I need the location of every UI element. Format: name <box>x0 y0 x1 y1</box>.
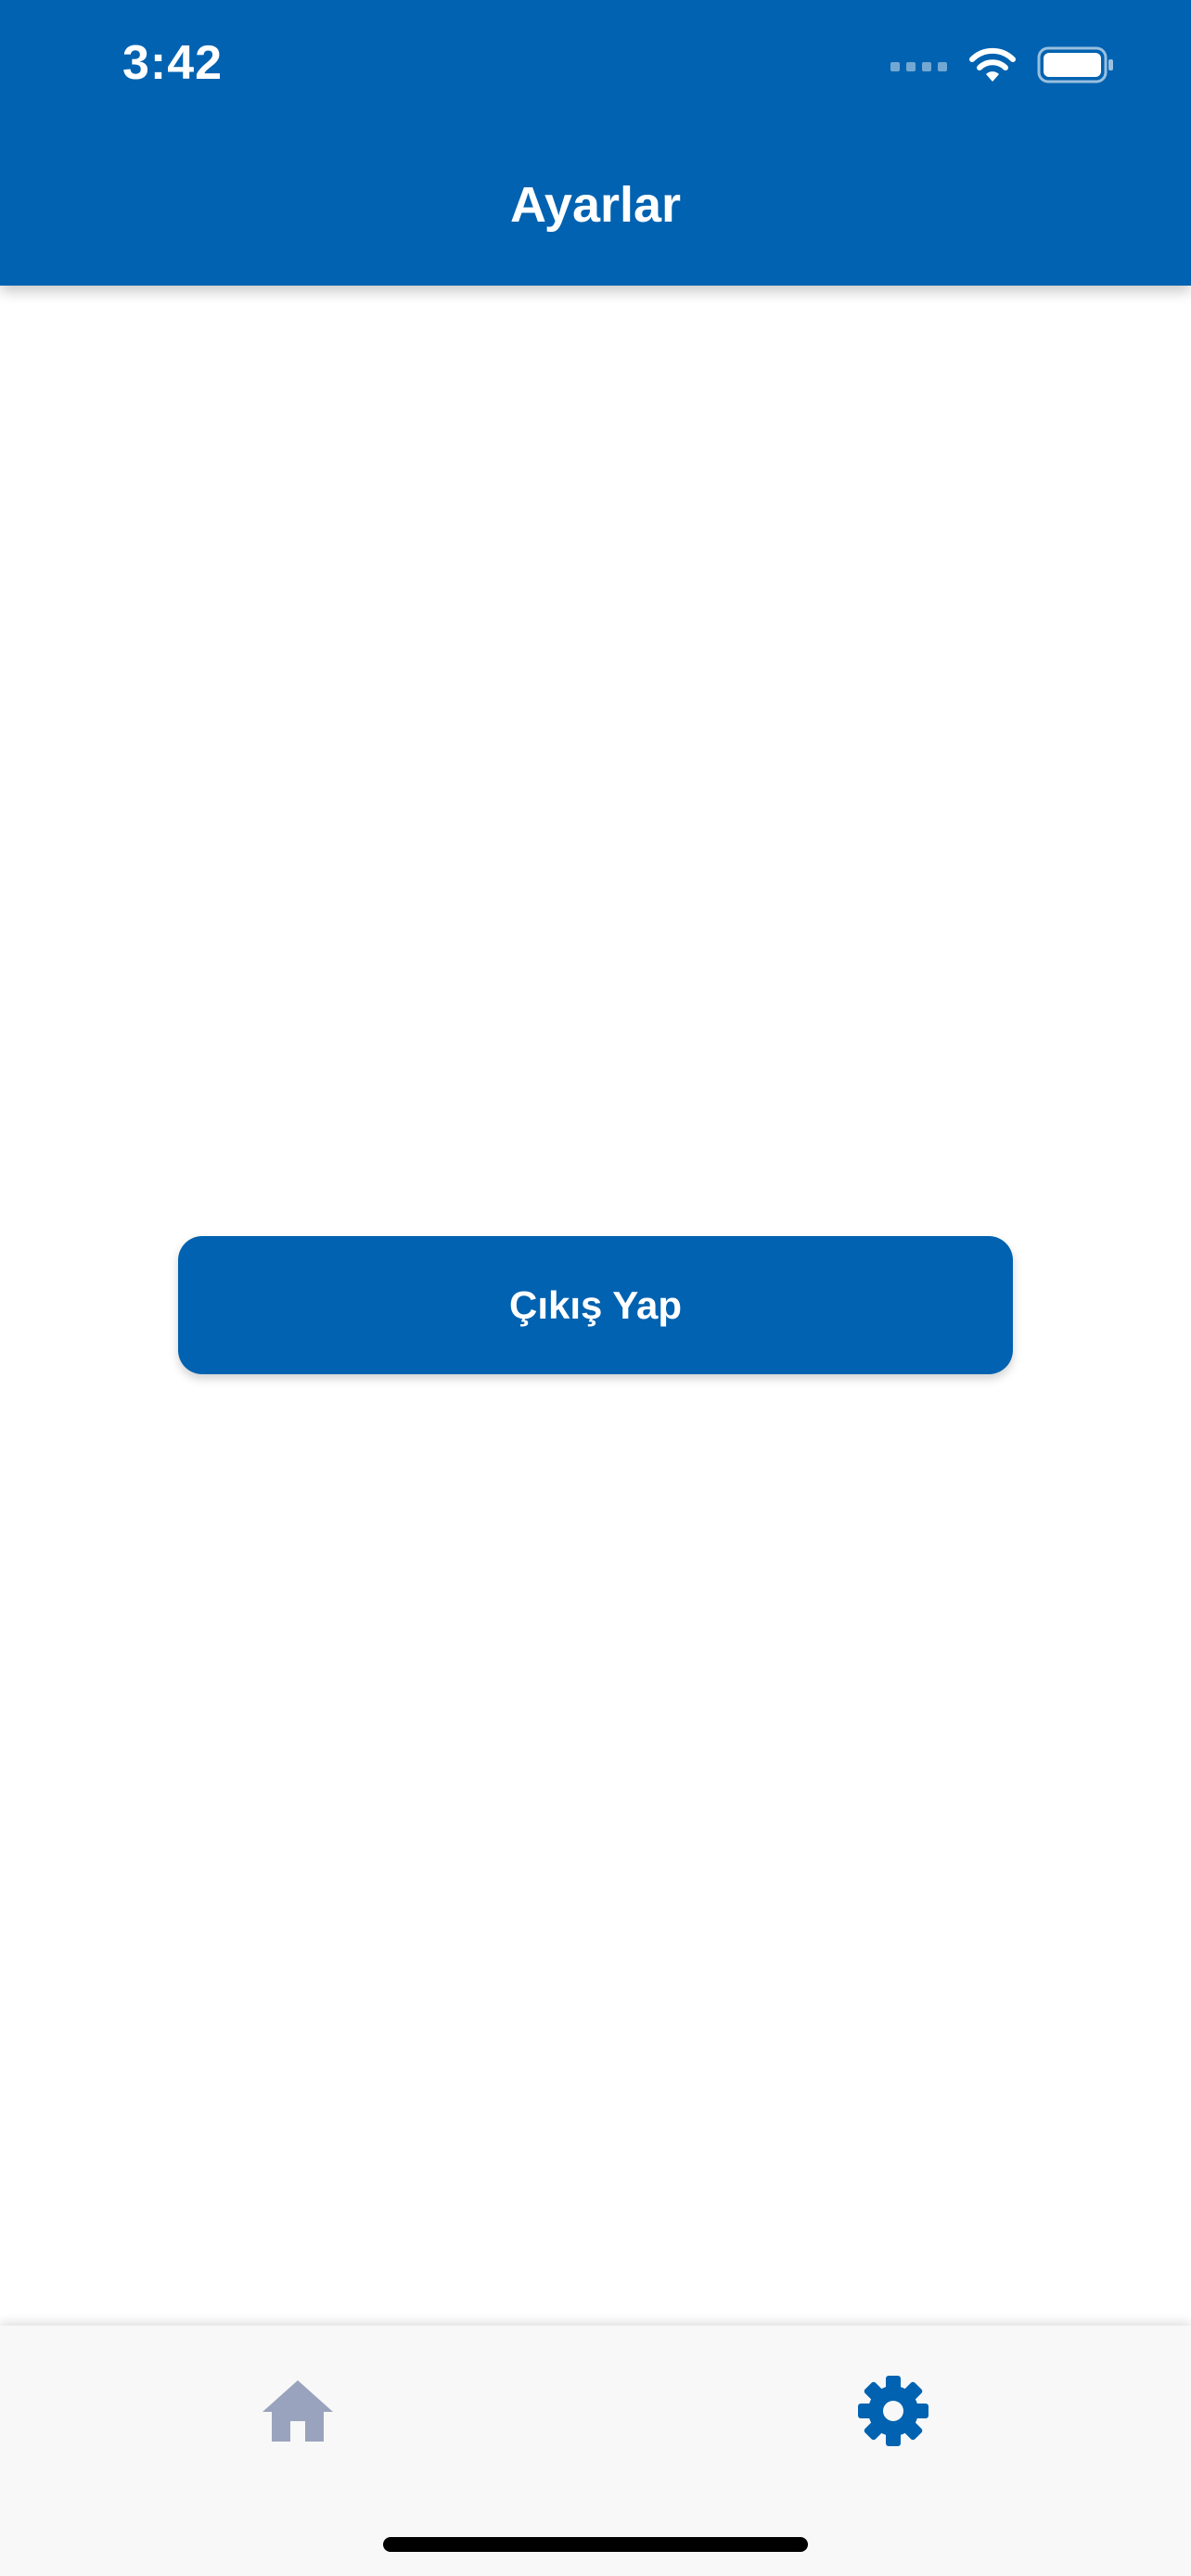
wifi-icon <box>968 46 1017 88</box>
settings-screen: 3:42 Ayarlar Çıkış Yap <box>0 0 1191 2576</box>
tab-settings[interactable] <box>838 2366 949 2459</box>
page-title: Ayarlar <box>509 177 682 233</box>
tab-bar <box>0 2326 1191 2576</box>
home-icon <box>261 2378 335 2448</box>
logout-button[interactable]: Çıkış Yap <box>178 1236 1013 1374</box>
home-indicator <box>383 2537 808 2552</box>
gear-icon <box>857 2375 929 2452</box>
app-header: 3:42 Ayarlar <box>0 0 1191 286</box>
status-icons <box>890 43 1115 91</box>
status-time: 3:42 <box>122 36 224 90</box>
tab-home[interactable] <box>242 2366 353 2459</box>
battery-icon <box>1037 46 1115 88</box>
signal-icon <box>890 58 948 76</box>
